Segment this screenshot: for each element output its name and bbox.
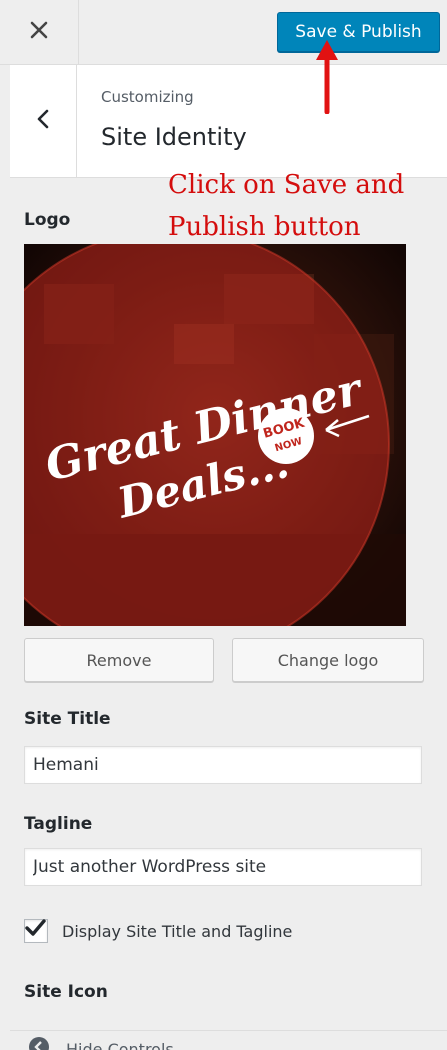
breadcrumb: Customizing [101, 88, 194, 106]
display-title-checkbox[interactable] [24, 919, 48, 943]
close-button[interactable] [0, 0, 79, 64]
display-title-label: Display Site Title and Tagline [62, 922, 292, 941]
display-title-tagline-row[interactable]: Display Site Title and Tagline [24, 918, 292, 944]
checkmark-icon [24, 917, 46, 939]
customizer-footer: Hide Controls [10, 1030, 447, 1050]
chevron-left-icon [36, 109, 50, 133]
remove-logo-button[interactable]: Remove [24, 638, 214, 682]
annotation-arrow-icon [303, 38, 353, 114]
annotation-line-1: Click on Save and [168, 164, 428, 206]
annotation-text: Click on Save and Publish button [168, 164, 428, 248]
site-title-label: Site Title [24, 709, 111, 729]
annotation-line-2: Publish button [168, 206, 428, 248]
section-header: Customizing Site Identity [10, 65, 447, 178]
hide-controls-label: Hide Controls [66, 1040, 174, 1050]
section-title: Site Identity [101, 123, 247, 151]
logo-label: Logo [24, 210, 70, 230]
close-icon [30, 21, 48, 43]
logo-image: Great Dinner Deals... BOOK NOW [24, 244, 406, 626]
back-button[interactable] [10, 65, 77, 177]
customizer-header: Save & Publish [0, 0, 447, 65]
collapse-icon [28, 1036, 50, 1050]
hide-controls-button[interactable]: Hide Controls [28, 1036, 174, 1050]
save-publish-button[interactable]: Save & Publish [277, 12, 440, 52]
tagline-label: Tagline [24, 814, 92, 834]
tagline-input[interactable] [24, 848, 422, 886]
change-logo-button[interactable]: Change logo [232, 638, 424, 682]
site-title-input[interactable] [24, 746, 422, 784]
site-icon-label: Site Icon [24, 982, 108, 1002]
